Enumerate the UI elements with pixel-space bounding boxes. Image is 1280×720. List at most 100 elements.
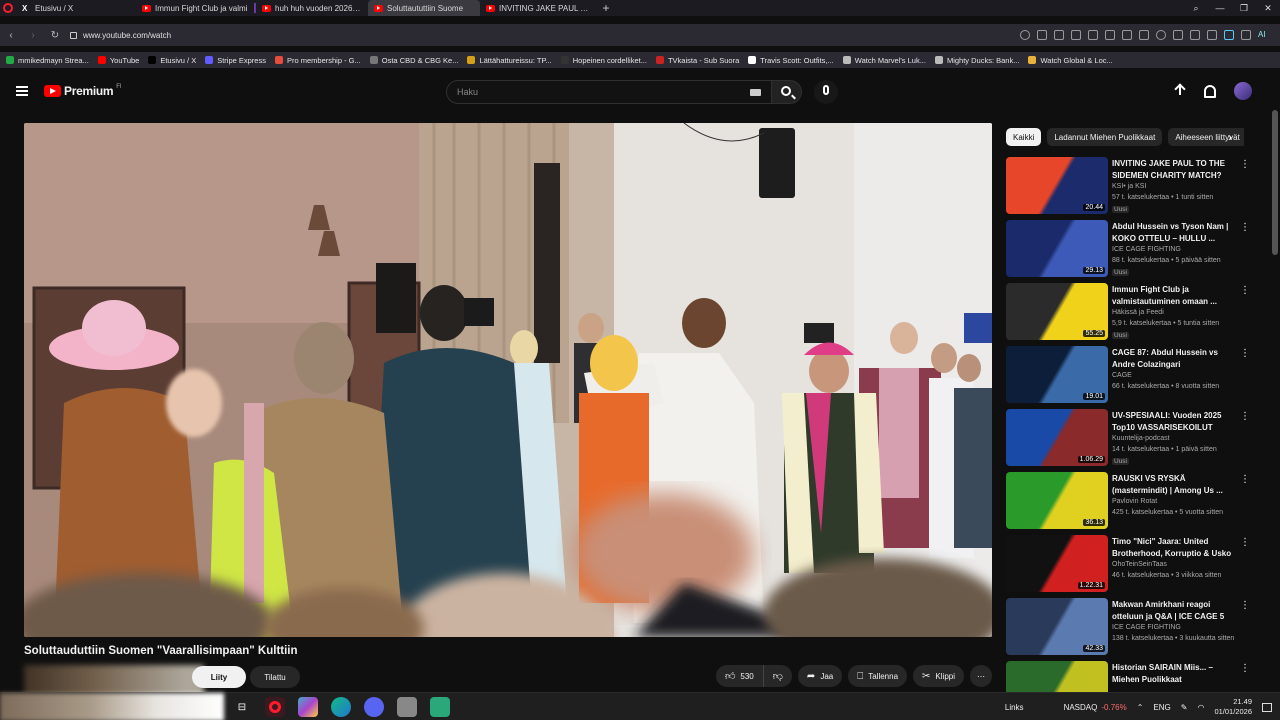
- tab-x[interactable]: X Etusivu / X: [16, 0, 136, 16]
- bookmark-item[interactable]: Stripe Express: [205, 56, 266, 65]
- video-thumbnail[interactable]: 1.06.29: [1006, 409, 1108, 466]
- opera-icon[interactable]: [265, 697, 285, 717]
- maximize-button[interactable]: ❐: [1232, 3, 1256, 14]
- bookmark-item[interactable]: Pro membership - G...: [274, 56, 361, 65]
- video-thumbnail[interactable]: 36.13: [1006, 472, 1108, 529]
- more-vertical-icon[interactable]: ⋮: [1240, 537, 1250, 549]
- snapshot-icon[interactable]: [1037, 30, 1047, 40]
- clip-button[interactable]: ✂ Klippi: [913, 665, 964, 687]
- more-vertical-icon[interactable]: ⋮: [1240, 222, 1250, 234]
- youtube-premium-logo[interactable]: Premium FI: [44, 84, 122, 98]
- video-thumbnail[interactable]: 42.33: [1006, 598, 1108, 655]
- notifications-bell-icon[interactable]: [1204, 84, 1216, 98]
- video-thumbnail[interactable]: 1.22.31: [1006, 535, 1108, 592]
- more-vertical-icon[interactable]: ⋮: [1240, 663, 1250, 675]
- heart-icon[interactable]: [1156, 30, 1166, 40]
- bookmark-item[interactable]: Osta CBD & CBG Ke...: [369, 56, 458, 65]
- avatar[interactable]: [1234, 82, 1252, 100]
- recommendation-item[interactable]: 19.01 CAGE 87: Abdul Hussein vs Andre Col…: [1006, 346, 1252, 409]
- save-button[interactable]: ⎕ Tallenna: [848, 665, 908, 687]
- bookmark-item[interactable]: mmikedmayn Strea...: [6, 56, 89, 65]
- minimize-button[interactable]: —: [1208, 3, 1232, 13]
- more-vertical-icon[interactable]: ⋮: [1240, 600, 1250, 612]
- video-thumbnail[interactable]: 20.44: [1006, 157, 1108, 214]
- chevron-up-icon[interactable]: ⌃: [1137, 703, 1144, 712]
- bookmark-item[interactable]: Mighty Ducks: Bank...: [934, 56, 1019, 65]
- recommendation-item[interactable]: 29.13 Abdul Hussein vs Tyson Nam | KOKO O…: [1006, 220, 1252, 283]
- links-toolbar[interactable]: Links: [1005, 703, 1024, 712]
- start-area[interactable]: [0, 693, 224, 720]
- language-indicator[interactable]: ENG: [1153, 703, 1170, 712]
- tab-inviting-jake-paul[interactable]: INVITING JAKE PAUL TO TH: [480, 0, 598, 16]
- join-button[interactable]: Liity: [192, 666, 246, 688]
- play-icon[interactable]: [1139, 30, 1149, 40]
- video-player[interactable]: [24, 123, 992, 637]
- recommendation-item[interactable]: 1.06.29 UV-SPESIAALI: Vuoden 2025 Top10 V…: [1006, 409, 1252, 472]
- search-button[interactable]: [772, 80, 802, 104]
- clock[interactable]: 21.49 01/01/2026: [1214, 697, 1252, 717]
- aria-ai-icon[interactable]: AI: [1258, 30, 1276, 40]
- discord-icon[interactable]: [364, 697, 384, 717]
- bookmark-item[interactable]: Travis Scott: Outfits,...: [748, 56, 834, 65]
- extension-icon[interactable]: [1122, 30, 1132, 40]
- like-button[interactable]: 👍︎ 530: [715, 665, 764, 687]
- new-tab-button[interactable]: +: [598, 1, 614, 15]
- shield-icon[interactable]: [1088, 30, 1098, 40]
- back-button[interactable]: ‹: [0, 30, 22, 41]
- download-icon[interactable]: [1173, 30, 1183, 40]
- palette-icon[interactable]: [298, 697, 318, 717]
- keyboard-icon[interactable]: [750, 89, 761, 96]
- notifications-icon[interactable]: [1262, 702, 1272, 712]
- more-vertical-icon[interactable]: ⋮: [1240, 474, 1250, 486]
- menu-icon[interactable]: [1190, 30, 1200, 40]
- bookmark-item[interactable]: YouTube: [97, 56, 139, 65]
- chip-all[interactable]: Kaikki: [1006, 128, 1042, 146]
- forward-button[interactable]: ›: [22, 30, 44, 41]
- shield-icon[interactable]: [397, 697, 417, 717]
- wifi-icon[interactable]: ◠: [1197, 703, 1204, 712]
- opera-logo-icon[interactable]: [0, 0, 16, 16]
- more-vertical-icon[interactable]: ⋮: [1240, 411, 1250, 423]
- chip-channel[interactable]: Ladannut Miehen Puolikkaat: [1047, 128, 1163, 146]
- voice-search-button[interactable]: [814, 80, 838, 104]
- stock-ticker[interactable]: NASDAQ -0.76%: [1064, 703, 1127, 712]
- chevron-right-icon[interactable]: ›: [1228, 130, 1240, 144]
- recommendation-item[interactable]: 1.22.31 Timo "Nici" Jaara: United Brother…: [1006, 535, 1252, 598]
- bookmark-item[interactable]: TVkaista - Sub Suora: [655, 56, 739, 65]
- recommendation-item[interactable]: 42.33 Makwan Amirkhani reagoi otteluun ja…: [1006, 598, 1252, 661]
- bookmark-item[interactable]: Lättähattureissu: TP...: [467, 56, 552, 65]
- tab-immun-fight-club[interactable]: Immun Fight Club ja valmi: [136, 0, 254, 16]
- subscribed-button[interactable]: Tilattu: [250, 666, 300, 688]
- terminal-icon[interactable]: [430, 697, 450, 717]
- url-field[interactable]: www.youtube.com/watch: [83, 31, 171, 40]
- bookmark-item[interactable]: Hopeinen cordelliket...: [560, 56, 647, 65]
- menu-icon[interactable]: [16, 86, 28, 96]
- cube-icon[interactable]: [1241, 30, 1251, 40]
- bookmark-item[interactable]: Etusivu / X: [148, 56, 196, 65]
- recommendation-item[interactable]: 20.44 INVITING JAKE PAUL TO THE SIDEMEN C…: [1006, 157, 1252, 220]
- more-vertical-icon[interactable]: ⋮: [1240, 348, 1250, 360]
- bookmark-item[interactable]: Watch Global & Loc...: [1028, 56, 1113, 65]
- create-icon[interactable]: [1174, 84, 1186, 98]
- more-actions-button[interactable]: ⋯: [970, 665, 992, 687]
- tab-huh-huh[interactable]: huh huh vuoden 2026 eka: [256, 0, 368, 16]
- search-tabs-icon[interactable]: ⌕: [1184, 3, 1208, 14]
- dislike-button[interactable]: 👎︎: [763, 665, 792, 687]
- video-thumbnail[interactable]: 55.25: [1006, 283, 1108, 340]
- video-thumbnail[interactable]: 19.01: [1006, 346, 1108, 403]
- share-button[interactable]: ➦ Jaa: [797, 665, 843, 687]
- bookmark-item[interactable]: Watch Marvel's Luk...: [842, 56, 926, 65]
- edge-icon[interactable]: [331, 697, 351, 717]
- search-input[interactable]: [447, 81, 737, 103]
- video-thumbnail[interactable]: 29.13: [1006, 220, 1108, 277]
- translate-icon[interactable]: [1105, 30, 1115, 40]
- camera-icon[interactable]: [1054, 30, 1064, 40]
- recommendation-item[interactable]: 55.25 Immun Fight Club ja valmistautumine…: [1006, 283, 1252, 346]
- account-icon[interactable]: [1207, 30, 1217, 40]
- more-vertical-icon[interactable]: ⋮: [1240, 159, 1250, 171]
- task-view-icon[interactable]: ⊟: [232, 697, 252, 717]
- search-icon[interactable]: [1020, 30, 1030, 40]
- reload-button[interactable]: ↻: [44, 30, 66, 41]
- recommendation-item[interactable]: 36.13 RAUSKI VS RYSKÄ (mastermindit) | Am…: [1006, 472, 1252, 535]
- close-window-button[interactable]: ✕: [1256, 3, 1280, 14]
